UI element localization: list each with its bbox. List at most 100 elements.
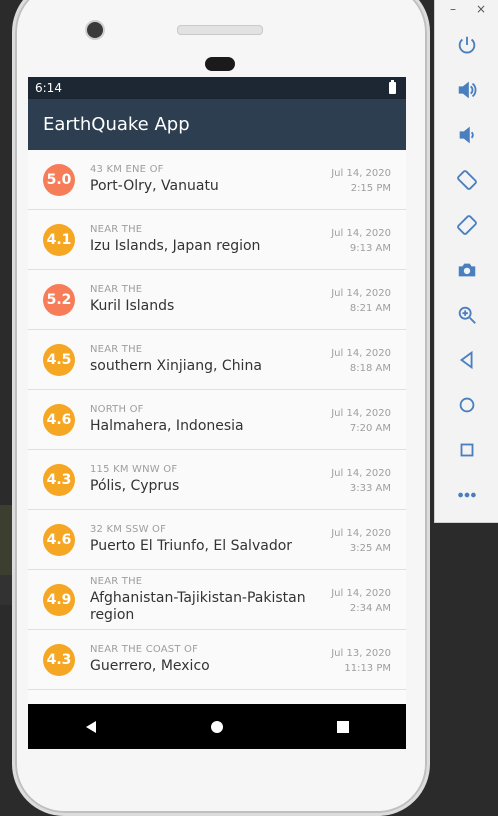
date-time: Jul 14, 2020 3:25 AM xyxy=(321,526,391,556)
minimize-button[interactable]: – xyxy=(445,2,461,16)
quake-time: 8:18 AM xyxy=(349,363,391,374)
date-time: Jul 14, 2020 8:18 AM xyxy=(321,346,391,376)
quake-time: 7:20 AM xyxy=(349,423,391,434)
overview-icon[interactable] xyxy=(453,436,481,464)
location-offset: 43 KM ENE OF xyxy=(90,164,164,175)
earthquake-list-item[interactable]: 4.9 NEAR THE Afghanistan-Tajikistan-Paki… xyxy=(28,570,406,630)
earthquake-list-item[interactable]: 4.6 NORTH OF Halmahera, Indonesia Jul 14… xyxy=(28,390,406,450)
earpiece-speaker xyxy=(177,25,263,35)
location-primary: Halmahera, Indonesia xyxy=(90,418,244,434)
location-offset: NEAR THE xyxy=(90,224,143,235)
location: NEAR THE COAST OF Guerrero, Mexico xyxy=(90,644,321,675)
rotate-left-icon[interactable] xyxy=(453,166,481,194)
magnitude-badge: 4.1 xyxy=(43,223,75,256)
app-title: EarthQuake App xyxy=(43,114,190,135)
magnitude-badge: 4.3 xyxy=(43,463,75,496)
magnitude-badge: 4.5 xyxy=(43,343,75,376)
location-primary: Kuril Islands xyxy=(90,298,175,314)
location: 115 KM WNW OF Pólis, Cyprus xyxy=(90,464,321,495)
magnitude-badge: 4.6 xyxy=(43,523,75,556)
quake-time: 2:34 AM xyxy=(349,603,391,614)
proximity-sensor xyxy=(205,57,235,71)
date-time: Jul 14, 2020 8:21 AM xyxy=(321,286,391,316)
date-time: Jul 14, 2020 2:15 PM xyxy=(321,166,391,196)
location-primary: southern Xinjiang, China xyxy=(90,358,262,374)
status-time: 6:14 xyxy=(35,81,62,95)
quake-time: 11:13 PM xyxy=(344,663,391,674)
earthquake-list-item[interactable]: 4.3 115 KM WNW OF Pólis, Cyprus Jul 14, … xyxy=(28,450,406,510)
quake-date: Jul 14, 2020 xyxy=(331,288,391,299)
quake-time: 8:21 AM xyxy=(349,303,391,314)
location-offset: 32 KM SSW OF xyxy=(90,524,167,535)
earthquake-list-item[interactable]: 5.0 43 KM ENE OF Port-Olry, Vanuatu Jul … xyxy=(28,150,406,210)
location-offset: 115 KM WNW OF xyxy=(90,464,178,475)
location-offset: NEAR THE xyxy=(90,284,143,295)
magnitude-badge: 4.6 xyxy=(43,403,75,436)
volume-down-icon[interactable] xyxy=(453,121,481,149)
power-icon[interactable] xyxy=(453,31,481,59)
location: 43 KM ENE OF Port-Olry, Vanuatu xyxy=(90,164,321,195)
rotate-right-icon[interactable] xyxy=(453,211,481,239)
battery-icon xyxy=(389,80,396,94)
earthquake-list-item[interactable]: 4.6 32 KM SSW OF Puerto El Triunfo, El S… xyxy=(28,510,406,570)
emulator-toolbar: – × xyxy=(434,0,498,523)
location: NORTH OF Halmahera, Indonesia xyxy=(90,404,321,435)
more-icon[interactable] xyxy=(453,481,481,509)
magnitude-badge: 5.2 xyxy=(43,283,75,316)
date-time: Jul 14, 2020 7:20 AM xyxy=(321,406,391,436)
quake-time: 3:25 AM xyxy=(349,543,391,554)
magnitude-badge: 4.9 xyxy=(43,583,75,616)
location-offset: NEAR THE COAST OF xyxy=(90,644,199,655)
home-icon[interactable] xyxy=(453,391,481,419)
earthquake-list-item[interactable]: 4.5 NEAR THE southern Xinjiang, China Ju… xyxy=(28,330,406,390)
magnitude-badge: 4.3 xyxy=(43,643,75,676)
location-offset: NEAR THE xyxy=(90,344,143,355)
location-offset: NORTH OF xyxy=(90,404,144,415)
nav-back-icon[interactable] xyxy=(71,712,111,742)
earthquake-list[interactable]: 5.0 43 KM ENE OF Port-Olry, Vanuatu Jul … xyxy=(28,150,406,749)
device-screen: 6:14 EarthQuake App 5.0 43 KM ENE OF Por… xyxy=(28,77,406,749)
zoom-icon[interactable] xyxy=(453,301,481,329)
location-primary: Izu Islands, Japan region xyxy=(90,238,261,254)
close-window-button[interactable]: × xyxy=(473,2,489,16)
quake-time: 3:33 AM xyxy=(349,483,391,494)
date-time: Jul 14, 2020 2:34 AM xyxy=(321,586,391,616)
quake-date: Jul 14, 2020 xyxy=(331,348,391,359)
back-icon[interactable] xyxy=(453,346,481,374)
date-time: Jul 13, 2020 11:13 PM xyxy=(321,646,391,676)
location: NEAR THE Afghanistan-Tajikistan-Pakistan… xyxy=(90,576,321,624)
earthquake-list-item[interactable]: 5.2 NEAR THE Kuril Islands Jul 14, 2020 … xyxy=(28,270,406,330)
location-primary: Port-Olry, Vanuatu xyxy=(90,178,219,194)
app-bar: EarthQuake App xyxy=(28,99,406,150)
location: NEAR THE Kuril Islands xyxy=(90,284,321,315)
quake-date: Jul 14, 2020 xyxy=(331,468,391,479)
location: NEAR THE southern Xinjiang, China xyxy=(90,344,321,375)
volume-up-icon[interactable] xyxy=(453,76,481,104)
quake-date: Jul 13, 2020 xyxy=(331,648,391,659)
earthquake-list-item[interactable]: 4.1 NEAR THE Izu Islands, Japan region J… xyxy=(28,210,406,270)
navigation-bar xyxy=(28,704,406,749)
location-primary: Pólis, Cyprus xyxy=(90,478,180,494)
quake-date: Jul 14, 2020 xyxy=(331,408,391,419)
location-offset: NEAR THE xyxy=(90,575,143,587)
location-primary: Afghanistan-Tajikistan-Pakistan region xyxy=(90,589,306,623)
location: 32 KM SSW OF Puerto El Triunfo, El Salva… xyxy=(90,524,321,555)
date-time: Jul 14, 2020 9:13 AM xyxy=(321,226,391,256)
nav-overview-icon[interactable] xyxy=(323,712,363,742)
location: NEAR THE Izu Islands, Japan region xyxy=(90,224,321,255)
quake-date: Jul 14, 2020 xyxy=(331,168,391,179)
front-camera xyxy=(85,20,105,40)
quake-time: 9:13 AM xyxy=(349,243,391,254)
magnitude-badge: 5.0 xyxy=(43,163,75,196)
quake-date: Jul 14, 2020 xyxy=(331,228,391,239)
location-primary: Puerto El Triunfo, El Salvador xyxy=(90,538,293,554)
quake-date: Jul 14, 2020 xyxy=(331,528,391,539)
quake-time: 2:15 PM xyxy=(350,183,391,194)
status-bar: 6:14 xyxy=(28,77,406,99)
date-time: Jul 14, 2020 3:33 AM xyxy=(321,466,391,496)
nav-home-icon[interactable] xyxy=(197,712,237,742)
earthquake-list-item[interactable]: 4.3 NEAR THE COAST OF Guerrero, Mexico J… xyxy=(28,630,406,690)
camera-icon[interactable] xyxy=(453,256,481,284)
quake-date: Jul 14, 2020 xyxy=(331,588,391,599)
location-primary: Guerrero, Mexico xyxy=(90,658,210,674)
